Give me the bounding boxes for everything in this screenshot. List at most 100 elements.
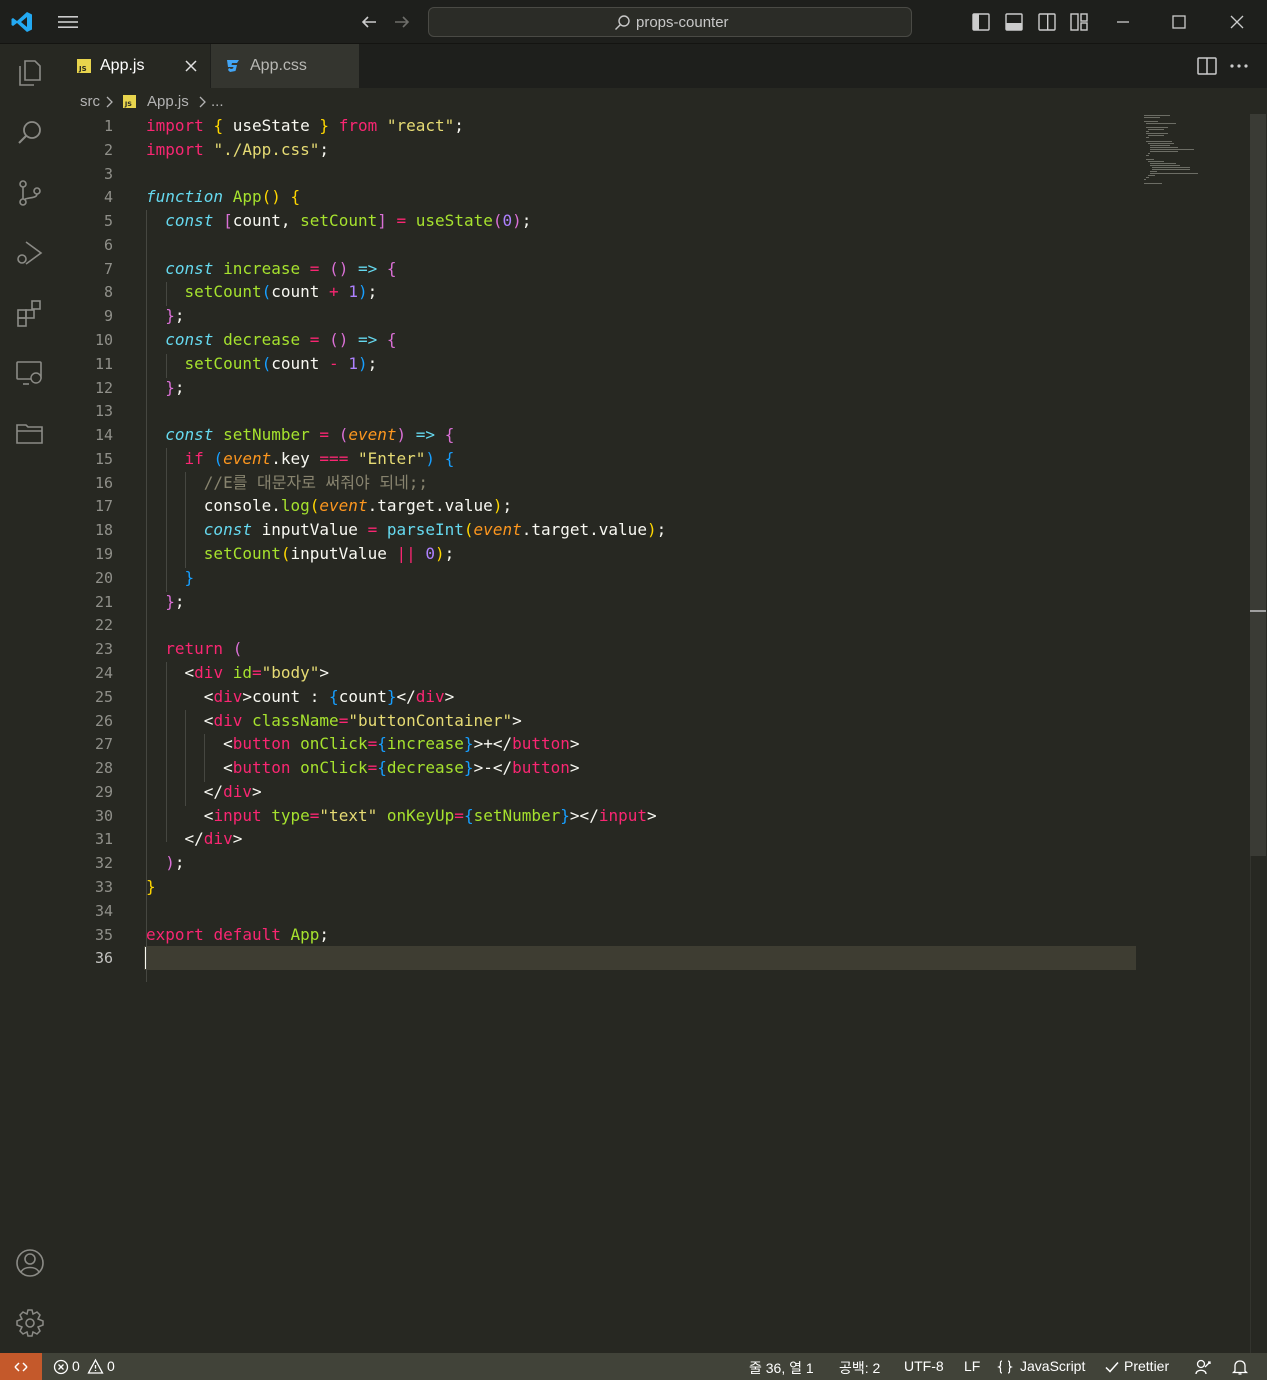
line-number: 17	[94, 497, 113, 516]
run-and-debug-icon[interactable]	[14, 237, 46, 269]
line-number: 8	[103, 283, 113, 302]
close-window-icon[interactable]	[1226, 11, 1248, 33]
cursor-position[interactable]: 줄 36, 열 1	[749, 1358, 814, 1378]
minimap[interactable]	[1142, 114, 1222, 194]
encoding[interactable]: UTF-8	[904, 1358, 944, 1374]
error-icon[interactable]	[53, 1359, 69, 1375]
remote-indicator[interactable]	[0, 1353, 42, 1380]
notifications-bell-icon[interactable]	[1231, 1358, 1249, 1376]
forward-arrow-icon[interactable]	[391, 11, 413, 33]
maximize-icon[interactable]	[1168, 11, 1190, 33]
line-number: 15	[94, 449, 113, 468]
line-number: 9	[103, 307, 113, 326]
error-count[interactable]: 0	[72, 1358, 80, 1374]
accounts-icon[interactable]	[14, 1247, 46, 1279]
remote-icon	[14, 1362, 28, 1372]
code-line: const [count, setCount] = useState(0);	[165, 211, 532, 231]
end-of-line[interactable]: LF	[964, 1358, 980, 1374]
code-editor[interactable]: 1 2 3 4 5 6 7 8 9 10 11 12 13 14 15 16 17 18 19 20 21 22 23 24 2…	[60, 114, 1250, 1353]
settings-gear-icon[interactable]	[14, 1307, 46, 1339]
code-line: };	[165, 591, 185, 611]
line-number: 35	[94, 925, 113, 944]
line-number: 16	[94, 473, 113, 492]
braces-icon	[997, 1360, 1013, 1374]
line-number: 11	[94, 354, 113, 373]
more-actions-icon[interactable]	[1227, 54, 1251, 78]
line-number: 6	[103, 235, 113, 254]
line-number: 27	[94, 735, 113, 754]
line-number: 12	[94, 378, 113, 397]
breadcrumb-folder[interactable]: src	[80, 93, 100, 110]
breadcrumb: src JS App.js ...	[60, 88, 1267, 116]
tab-app-js[interactable]: JS App.js	[60, 44, 210, 88]
minimize-icon[interactable]	[1112, 11, 1134, 33]
line-number: 19	[94, 545, 113, 564]
line-number: 22	[94, 616, 113, 635]
line-number: 5	[103, 212, 113, 231]
line-number: 32	[94, 854, 113, 873]
code-line: setCount(count + 1);	[184, 282, 378, 302]
line-number: 1	[103, 117, 113, 135]
warning-count[interactable]: 0	[107, 1358, 115, 1374]
remote-explorer-icon[interactable]	[14, 357, 46, 389]
warning-icon[interactable]	[87, 1358, 104, 1375]
back-arrow-icon[interactable]	[358, 11, 380, 33]
split-editor-icon[interactable]	[1195, 54, 1219, 78]
code-line: setCount(count - 1);	[184, 353, 378, 373]
language-mode[interactable]: JavaScript	[1020, 1358, 1085, 1374]
formatter[interactable]: Prettier	[1124, 1358, 1169, 1374]
search-sidebar-icon[interactable]	[14, 117, 46, 149]
js-file-icon: JS	[77, 59, 91, 73]
code-line: return (	[165, 639, 243, 659]
indentation[interactable]: 공백: 2	[839, 1358, 880, 1378]
code-line: }	[184, 567, 195, 587]
search-icon	[615, 15, 630, 30]
line-number: 29	[94, 782, 113, 801]
line-number: 20	[94, 568, 113, 587]
extensions-icon[interactable]	[14, 297, 46, 329]
line-number: 36	[94, 949, 113, 968]
explorer-icon[interactable]	[14, 57, 46, 89]
line-number: 4	[103, 188, 113, 207]
toggle-secondary-sidebar-icon[interactable]	[1036, 11, 1058, 33]
line-number: 23	[94, 640, 113, 659]
line-number: 13	[94, 402, 113, 421]
code-line: </div>	[146, 781, 262, 801]
code-line: export default App;	[146, 924, 330, 944]
code-line: <input type="text" onKeyUp={setNumber}><…	[146, 805, 657, 825]
project-manager-icon[interactable]	[14, 417, 46, 449]
line-number: 18	[94, 521, 113, 540]
customize-layout-icon[interactable]	[1068, 11, 1090, 33]
toggle-primary-sidebar-icon[interactable]	[970, 11, 992, 33]
line-number: 24	[94, 663, 113, 682]
check-icon	[1105, 1362, 1119, 1373]
feedback-icon[interactable]	[1194, 1358, 1212, 1376]
tab-app-css[interactable]: App.css	[211, 44, 359, 88]
line-number: 28	[94, 759, 113, 778]
source-control-icon[interactable]	[14, 177, 46, 209]
line-number: 3	[103, 164, 113, 183]
hamburger-menu-icon[interactable]	[56, 12, 80, 32]
breadcrumb-more[interactable]: ...	[211, 93, 224, 110]
tab-label: App.css	[250, 57, 307, 74]
close-tab-icon[interactable]	[184, 59, 198, 73]
code-line: </div>	[146, 829, 243, 849]
code-line: <button onClick={increase}>+</button>	[146, 734, 580, 754]
code-line: const increase = () => {	[165, 258, 397, 278]
line-number: 10	[94, 331, 113, 350]
code-line: import "./App.css";	[146, 139, 330, 159]
scrollbar-thumb[interactable]	[1250, 114, 1266, 856]
line-number: 31	[94, 830, 113, 849]
line-number: 26	[94, 711, 113, 730]
breadcrumb-file[interactable]: App.js	[147, 93, 189, 110]
tab-label: App.js	[100, 57, 145, 74]
code-line: function App() {	[146, 187, 301, 207]
code-line: <div>count : {count}</div>	[146, 686, 455, 706]
code-line: }	[146, 876, 156, 896]
chevron-right-icon	[199, 96, 206, 108]
toggle-panel-icon[interactable]	[1003, 11, 1025, 33]
line-number: 34	[94, 901, 113, 920]
command-center-search[interactable]: props-counter	[428, 7, 912, 37]
code-line: import { useState } from "react";	[146, 116, 464, 135]
code-line: console.log(event.target.value);	[146, 496, 513, 516]
